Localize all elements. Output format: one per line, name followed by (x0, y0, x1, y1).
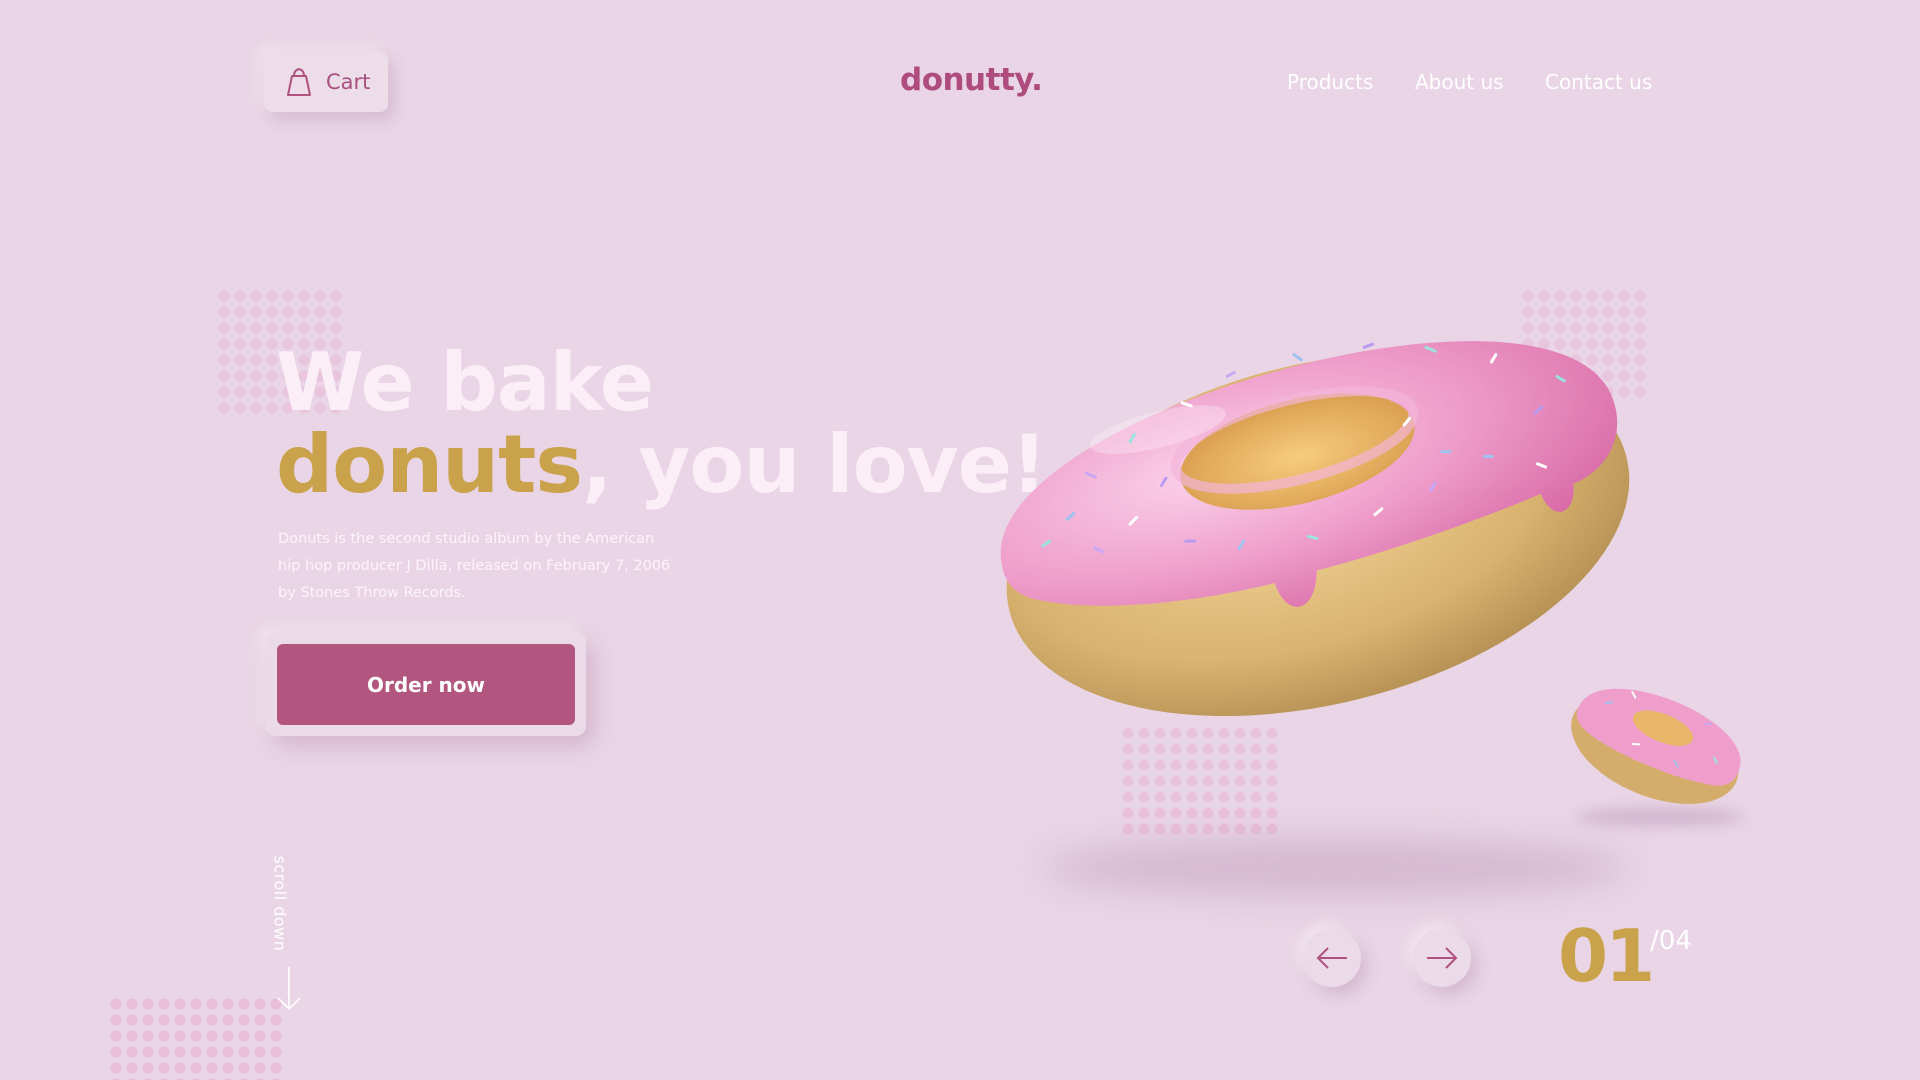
hero-headline: We bake donuts, you love! (276, 342, 1047, 506)
headline-line1: We bake (276, 336, 654, 429)
cart-label: Cart (326, 70, 371, 94)
small-donut-image (1571, 688, 1741, 804)
nav-products[interactable]: Products (1287, 70, 1373, 94)
nav-contact-us[interactable]: Contact us (1545, 70, 1652, 94)
slide-current-number: 01 (1558, 914, 1655, 998)
scroll-down-label[interactable]: scroll down (270, 850, 290, 956)
donut-shadow (1040, 840, 1630, 895)
landing-page: Cart donutty. Products About us Contact … (0, 0, 1920, 1080)
order-now-button[interactable]: Order now (277, 644, 575, 725)
cart-button[interactable]: Cart (264, 52, 388, 112)
arrow-down-icon[interactable] (274, 965, 304, 1013)
next-slide-button[interactable] (1413, 929, 1471, 987)
hero-description: Donuts is the second studio album by the… (278, 531, 671, 601)
nav-about-us[interactable]: About us (1415, 70, 1504, 94)
headline-rest: , you love! (582, 418, 1047, 511)
arrow-right-icon (1427, 947, 1458, 969)
donut-image (1000, 341, 1630, 717)
bag-icon (284, 63, 314, 102)
scroll-down-text: scroll down (270, 855, 290, 951)
dot-pattern (108, 996, 284, 1080)
dot-pattern (1120, 725, 1280, 837)
slide-total-number: /04 (1650, 926, 1692, 956)
prev-slide-button[interactable] (1303, 929, 1361, 987)
arrow-left-icon (1316, 947, 1347, 969)
headline-highlight: donuts (276, 418, 583, 511)
logo[interactable]: donutty. (900, 62, 1043, 98)
